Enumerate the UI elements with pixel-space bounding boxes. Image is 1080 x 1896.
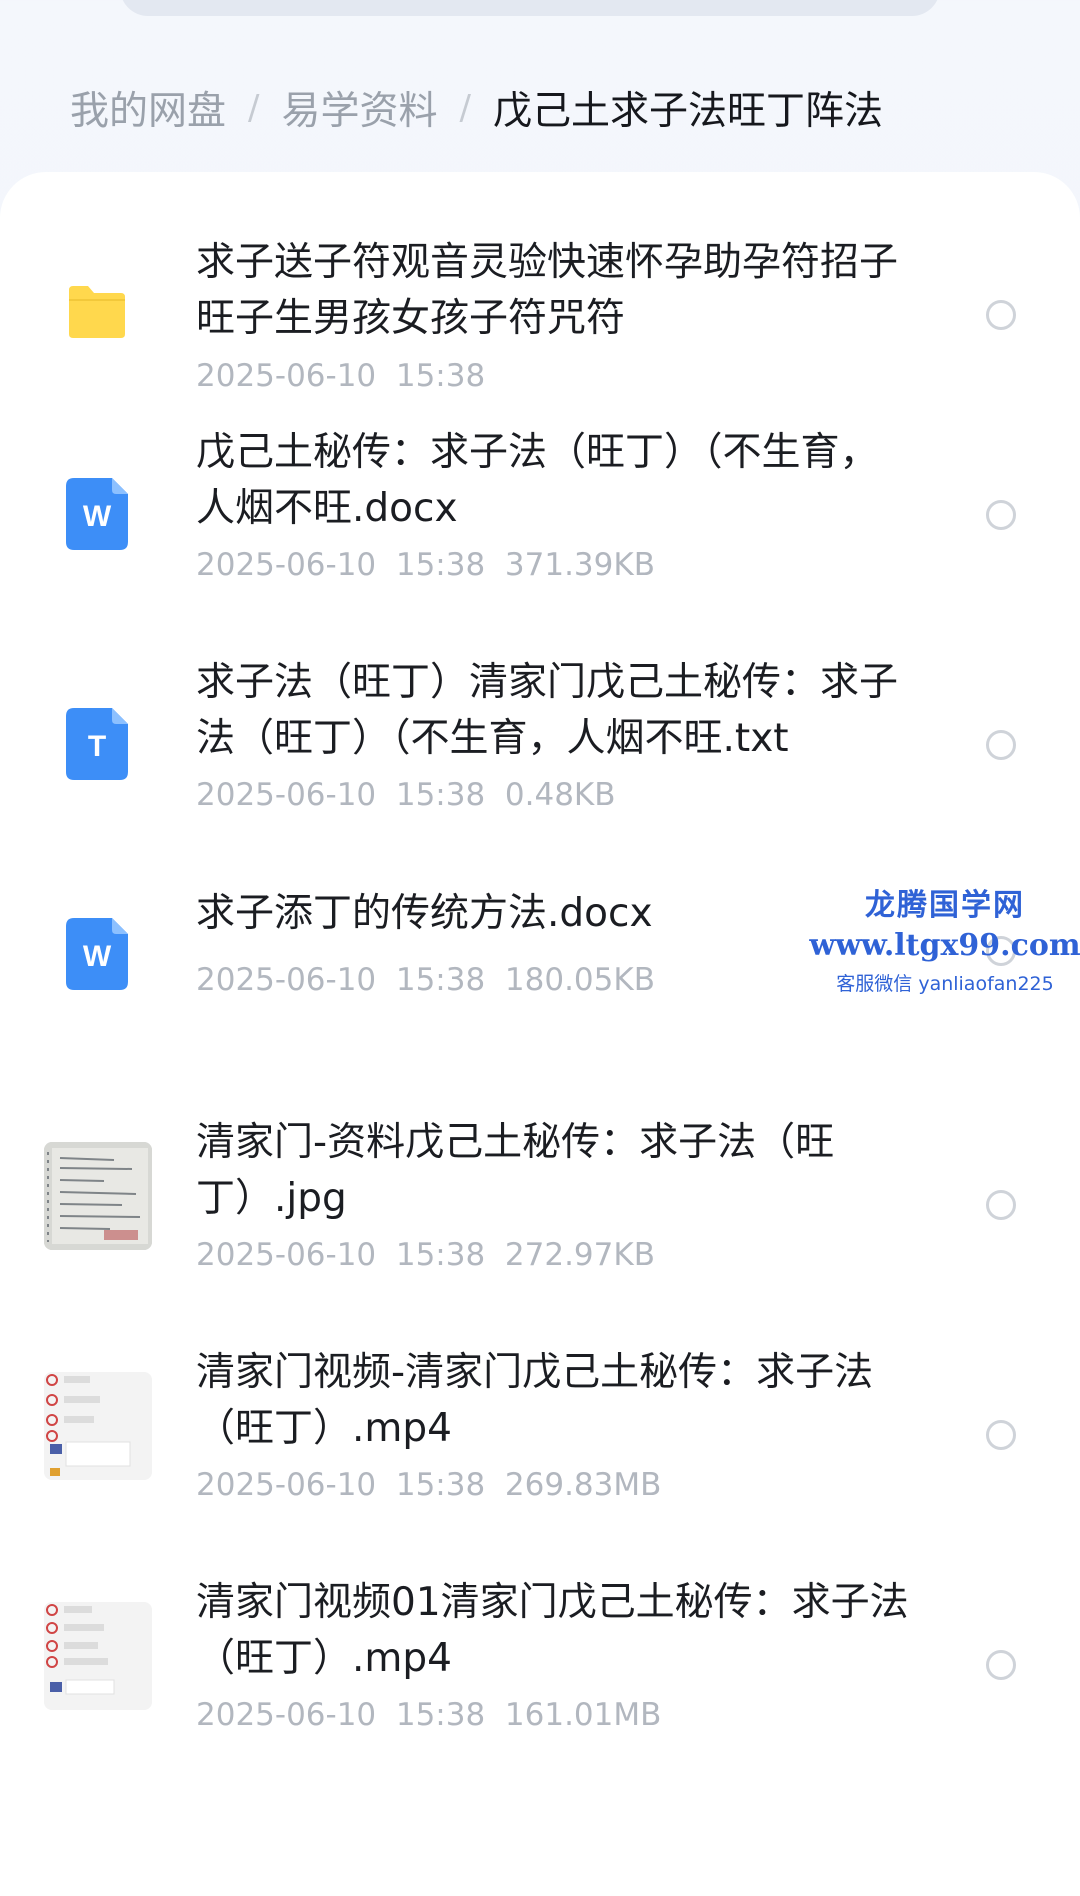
file-row[interactable]: W 戊己土秘传：求子法（旺丁）（不生育， 人烟不旺.docx 2025-06-1…	[0, 402, 1080, 632]
file-meta: 2025-06-10 15:38 0.48KB	[196, 777, 616, 813]
file-row[interactable]: 清家门视频-清家门戊己土秘传：求子法 （旺丁）.mp4 2025-06-10 1…	[0, 1322, 1080, 1552]
svg-text:W: W	[83, 500, 112, 533]
watermark-url: www.ltgx99.com	[809, 928, 1080, 963]
watermark-contact: 客服微信 yanliaofan225	[836, 973, 1054, 995]
file-row[interactable]: T 求子法（旺丁）清家门戊己土秘传：求子 法（旺丁）（不生育，人烟不旺.txt …	[0, 632, 1080, 862]
select-radio[interactable]	[986, 500, 1016, 530]
breadcrumb-root[interactable]: 我的网盘	[70, 80, 226, 136]
watermark: 龙腾国学网 www.ltgx99.com 客服微信 yanliaofan225	[800, 880, 1080, 996]
image-thumbnail	[44, 1142, 152, 1250]
file-meta: 2025-06-10 15:38 161.01MB	[196, 1697, 662, 1733]
file-meta: 2025-06-10 15:38 269.83MB	[196, 1467, 662, 1503]
folder-icon	[69, 286, 125, 338]
file-name: 清家门视频01清家门戊己土秘传：求子法 （旺丁）.mp4	[196, 1580, 909, 1681]
breadcrumb-parent[interactable]: 易学资料	[281, 80, 437, 136]
file-meta: 2025-06-10 15:38 371.39KB	[196, 547, 655, 583]
text-file-icon: T	[66, 708, 128, 780]
video-thumbnail	[44, 1602, 152, 1710]
file-row[interactable]: 求子送子符观音灵验快速怀孕助孕符招子 旺子生男孩女孩子符咒符 2025-06-1…	[0, 172, 1080, 402]
file-row[interactable]: 清家门视频01清家门戊己土秘传：求子法 （旺丁）.mp4 2025-06-10 …	[0, 1552, 1080, 1782]
breadcrumb-separator: /	[459, 88, 471, 128]
file-meta: 2025-06-10 15:38 180.05KB	[196, 962, 655, 998]
file-meta: 2025-06-10 15:38 272.97KB	[196, 1237, 655, 1273]
file-list: 求子送子符观音灵验快速怀孕助孕符招子 旺子生男孩女孩子符咒符 2025-06-1…	[0, 172, 1080, 1896]
video-thumbnail	[44, 1372, 152, 1480]
select-radio[interactable]	[986, 1420, 1016, 1450]
breadcrumb-current: 戊己土求子法旺丁阵法	[492, 89, 883, 134]
watermark-title: 龙腾国学网	[865, 888, 1025, 923]
file-name: 求子法（旺丁）清家门戊己土秘传：求子 法（旺丁）（不生育，人烟不旺.txt	[196, 660, 899, 761]
word-doc-icon: W	[66, 478, 128, 550]
select-radio[interactable]	[986, 1190, 1016, 1220]
file-name: 戊己土秘传：求子法（旺丁）（不生育， 人烟不旺.docx	[196, 430, 879, 531]
svg-text:T: T	[88, 730, 106, 763]
select-radio[interactable]	[986, 1650, 1016, 1680]
breadcrumb: 我的网盘 / 易学资料 / 戊己土求子法旺丁阵法	[70, 80, 883, 136]
search-bar[interactable]	[120, 0, 940, 16]
file-name: 清家门视频-清家门戊己土秘传：求子法 （旺丁）.mp4	[196, 1350, 874, 1451]
select-radio[interactable]	[986, 730, 1016, 760]
word-doc-icon: W	[66, 918, 128, 990]
breadcrumb-separator: /	[248, 88, 260, 128]
select-radio[interactable]	[986, 300, 1016, 330]
file-name: 求子送子符观音灵验快速怀孕助孕符招子 旺子生男孩女孩子符咒符	[196, 240, 899, 341]
file-meta: 2025-06-10 15:38	[196, 358, 486, 394]
file-row[interactable]: 清家门-资料戊己土秘传：求子法（旺 丁）.jpg 2025-06-10 15:3…	[0, 1092, 1080, 1322]
svg-text:W: W	[83, 940, 112, 973]
file-name: 清家门-资料戊己土秘传：求子法（旺 丁）.jpg	[196, 1120, 835, 1221]
